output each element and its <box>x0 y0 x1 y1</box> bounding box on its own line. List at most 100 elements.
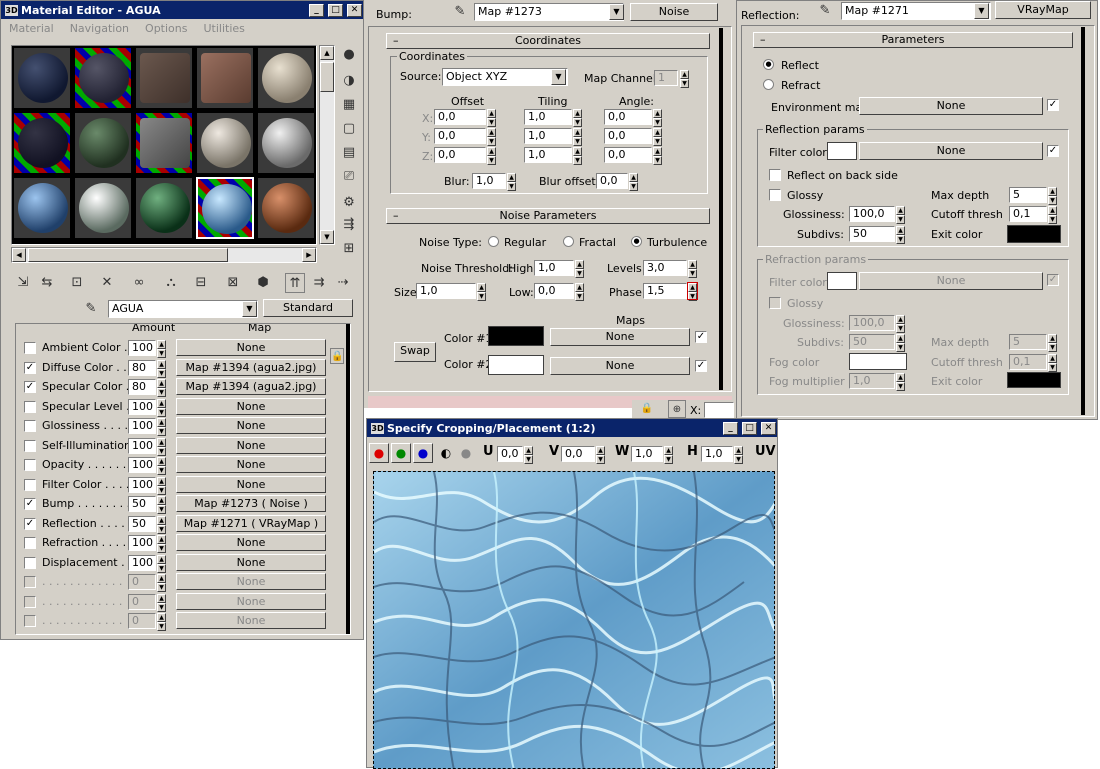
swap-button[interactable]: Swap <box>394 342 436 362</box>
maps-scrollbar[interactable] <box>346 324 350 634</box>
map-enable-checkbox[interactable]: ✓ <box>24 498 36 510</box>
map-enable-checkbox[interactable]: ✓ <box>24 361 36 374</box>
color1-swatch[interactable] <box>488 326 544 346</box>
u-field[interactable]: 0,0 <box>497 446 523 462</box>
menu-material[interactable]: Material <box>9 22 54 35</box>
env-map-button[interactable]: None <box>859 97 1043 115</box>
w-spinner[interactable]: ▲ ▼ <box>664 446 673 464</box>
chevron-down-icon[interactable]: ▼ <box>551 69 566 85</box>
map-amount-field[interactable]: 100 <box>128 437 156 454</box>
angle-x-spinner[interactable]: ▲ ▼ <box>653 109 662 127</box>
assign-to-selection-icon[interactable]: ⊡ <box>67 273 87 293</box>
menu-navigation[interactable]: Navigation <box>70 22 129 35</box>
h-spinner[interactable]: ▲ ▼ <box>734 446 743 464</box>
v-spinner[interactable]: ▲ ▼ <box>596 446 605 464</box>
angle-x-field[interactable]: 0,0 <box>604 109 652 125</box>
map-amount-spinner[interactable]: ▲ ▼ <box>157 379 166 397</box>
maximize-button[interactable]: □ <box>328 3 343 17</box>
map-amount-spinner[interactable]: ▲ ▼ <box>157 554 166 573</box>
alpha-channel-icon[interactable]: ◐ <box>437 443 455 463</box>
map-slot-button[interactable]: Map #1273 ( Noise ) <box>176 495 326 512</box>
color2-map-button[interactable]: None <box>550 357 690 375</box>
map-amount-field[interactable]: 100 <box>128 457 156 473</box>
map-enable-checkbox[interactable] <box>24 615 36 627</box>
map-amount-spinner[interactable]: ▲ ▼ <box>157 535 166 553</box>
map-slot-button[interactable]: None <box>176 417 326 434</box>
cutoff-spinner[interactable]: ▲ ▼ <box>1048 206 1057 224</box>
sample-slot[interactable] <box>257 112 315 174</box>
map-slot-button[interactable]: None <box>176 436 326 454</box>
map-enable-checkbox[interactable] <box>24 576 36 588</box>
panel-scrollbar[interactable] <box>1081 27 1085 415</box>
angle-z-spinner[interactable]: ▲ ▼ <box>653 147 662 165</box>
map-amount-field[interactable]: 50 <box>128 515 156 532</box>
sample-slot[interactable] <box>196 112 254 174</box>
eyedropper-icon[interactable]: ✎ <box>81 299 101 319</box>
levels-field[interactable]: 3,0 <box>643 260 687 276</box>
map-amount-spinner[interactable]: ▲ ▼ <box>157 476 166 495</box>
material-editor-titlebar[interactable]: 3D Material Editor - AGUA _ □ ✕ <box>1 1 363 19</box>
map-amount-field[interactable]: 80 <box>128 379 156 395</box>
uv-tiling-icon[interactable]: ▢ <box>339 119 359 139</box>
high-spinner[interactable]: ▲ ▼ <box>575 260 584 278</box>
map-slot-button[interactable]: Map #1394 (agua2.jpg) <box>176 358 326 376</box>
mono-channel-icon[interactable]: ● <box>457 443 475 463</box>
map-amount-field[interactable]: 50 <box>128 496 156 512</box>
noise-fractal-radio[interactable] <box>563 236 574 247</box>
map-slot-button[interactable]: None <box>176 573 326 590</box>
noise-rollout-header[interactable]: – Noise Parameters <box>386 208 710 224</box>
source-dropdown[interactable]: Object XYZ <box>442 68 568 86</box>
filter-map-checkbox[interactable]: ✓ <box>1047 145 1059 157</box>
eyedropper-icon[interactable]: ✎ <box>450 2 470 22</box>
map-amount-spinner[interactable]: ▲ ▼ <box>157 359 166 378</box>
bump-type-button[interactable]: Noise <box>630 3 718 21</box>
blur-offset-spinner[interactable]: ▲ ▼ <box>629 173 638 191</box>
put-to-library-icon[interactable]: ⛬ <box>161 273 181 293</box>
sample-slot[interactable] <box>196 47 254 109</box>
chevron-down-icon[interactable]: ▼ <box>242 301 257 317</box>
show-map-in-viewport-icon[interactable]: ⊠ <box>223 273 243 293</box>
tiling-x-field[interactable]: 1,0 <box>524 109 572 125</box>
sample-slot[interactable] <box>257 47 315 109</box>
map-amount-spinner[interactable]: ▲ ▼ <box>157 340 166 358</box>
map-enable-checkbox[interactable] <box>24 537 36 549</box>
coordinates-rollout-header[interactable]: – Coordinates <box>386 33 710 49</box>
parameters-rollout-header[interactable]: – Parameters <box>753 32 1073 48</box>
sample-slot[interactable] <box>13 112 71 174</box>
sample-slot[interactable] <box>135 177 193 239</box>
map-amount-spinner[interactable]: ▲ ▼ <box>157 574 166 592</box>
map-amount-spinner[interactable]: ▲ ▼ <box>157 418 166 436</box>
sample-slot[interactable] <box>257 177 315 239</box>
sample-slot[interactable] <box>74 177 132 239</box>
map-slot-button[interactable]: Map #1271 ( VRayMap ) <box>176 514 326 532</box>
tiling-y-spinner[interactable]: ▲ ▼ <box>573 128 582 146</box>
minimize-button[interactable]: _ <box>309 3 324 17</box>
slots-vscrollbar[interactable]: ▲ ▼ <box>319 45 335 245</box>
map-slot-button[interactable]: None <box>176 534 326 551</box>
red-channel-button[interactable]: ● <box>369 443 389 463</box>
tiling-y-field[interactable]: 1,0 <box>524 128 572 144</box>
close-button[interactable]: ✕ <box>347 3 362 17</box>
blur-field[interactable]: 1,0 <box>472 173 506 189</box>
eyedropper-icon[interactable]: ✎ <box>815 1 835 21</box>
reflect-radio[interactable]: ● <box>763 59 774 70</box>
go-forward-to-sibling-icon[interactable]: ⇉ <box>309 273 329 293</box>
filter-color-swatch[interactable] <box>827 142 857 160</box>
menu-utilities[interactable]: Utilities <box>203 22 244 35</box>
map-enable-checkbox[interactable] <box>24 342 36 354</box>
color2-swatch[interactable] <box>488 355 544 375</box>
minimize-button[interactable]: _ <box>723 421 738 435</box>
size-field[interactable]: 1,0 <box>416 283 476 299</box>
map-slot-button[interactable]: Map #1394 (agua2.jpg) <box>176 378 326 395</box>
cutoff-field[interactable]: 0,1 <box>1009 206 1047 222</box>
glossiness-field[interactable]: 100,0 <box>849 206 895 222</box>
offset-x-spinner[interactable]: ▲ ▼ <box>487 109 496 127</box>
u-spinner[interactable]: ▲ ▼ <box>524 446 533 464</box>
select-by-material-icon[interactable]: ⇶ <box>339 215 359 235</box>
levels-spinner[interactable]: ▲ ▼ <box>688 260 697 278</box>
background-icon[interactable]: ▦ <box>339 95 359 115</box>
map-amount-spinner[interactable]: ▲ ▼ <box>157 457 166 475</box>
tiling-z-field[interactable]: 1,0 <box>524 147 572 163</box>
selection-icon[interactable]: ⊕ <box>668 400 686 418</box>
offset-y-field[interactable]: 0,0 <box>434 128 486 144</box>
